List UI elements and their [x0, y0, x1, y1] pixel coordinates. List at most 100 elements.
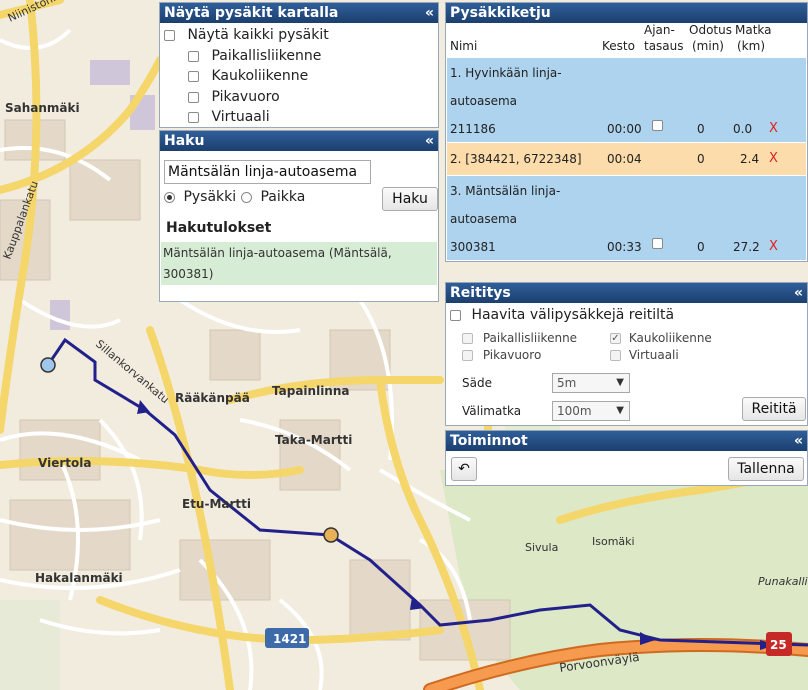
route-virtual-checkbox[interactable] [610, 350, 621, 361]
show-stops-collapse-icon[interactable]: « [425, 3, 434, 23]
actions-collapse-icon[interactable]: « [794, 431, 803, 451]
show-all-stops-label: Näytä kaikki pysäkit [187, 27, 329, 43]
stop-3-timing-checkbox[interactable] [652, 238, 663, 249]
stop-1-duration: 00:00 [607, 122, 642, 136]
radio-place-row[interactable]: Paikka [241, 189, 305, 205]
route-local-checkbox[interactable] [462, 333, 473, 344]
actions-panel: Toiminnot « ↶ Tallenna [445, 430, 808, 486]
map-label-tapainlinna: Tapainlinna [272, 384, 350, 398]
stop-3-code: 300381 [450, 240, 496, 254]
search-input[interactable] [164, 160, 371, 184]
col-header-duration: Kesto [602, 39, 635, 53]
routing-title: Reititys [450, 285, 511, 301]
stop-3-distance: 27.2 [733, 240, 760, 254]
hide-stops-checkbox[interactable] [450, 309, 461, 321]
radius-select-value: 5m [557, 376, 577, 390]
search-results-title: Hakutulokset [166, 220, 272, 236]
map-label-isomaki: Isomäki [592, 535, 635, 548]
routing-panel-header: Reititys « [446, 283, 807, 303]
stop-type-long-checkbox[interactable] [188, 70, 199, 82]
stop-2-name: 2. [384421, 6722348] [450, 152, 582, 166]
map-label-etu-martti: Etu-Martti [182, 497, 251, 511]
route-express-row[interactable]: Pikavuoro [462, 348, 541, 362]
stop-1-wait: 0 [697, 122, 705, 136]
undo-icon: ↶ [458, 461, 470, 477]
map-label-viertola: Viertola [38, 456, 91, 470]
stop-row-1[interactable]: 1. Hyvinkään linja- autoasema 211186 00:… [447, 58, 806, 142]
stop-type-local-checkbox[interactable] [188, 50, 199, 62]
stop-type-long-label: Kaukoliikenne [211, 68, 309, 84]
map-label-sivula: Sivula [525, 541, 558, 554]
stop-3-delete-button[interactable]: X [769, 239, 778, 254]
map-label-sahanmaki: Sahanmäki [5, 101, 80, 115]
stop-2-wait: 0 [697, 152, 705, 166]
actions-title: Toiminnot [450, 433, 528, 449]
col-header-dist-1: Matka [735, 23, 772, 37]
stop-1-name-line2: autoasema [450, 94, 518, 108]
show-stops-panel-header: Näytä pysäkit kartalla « [160, 3, 438, 23]
route-virtual-row[interactable]: Virtuaali [610, 348, 679, 362]
route-long-checkbox[interactable] [610, 333, 621, 344]
col-header-name: Nimi [450, 39, 478, 53]
radius-select[interactable]: 5m ▼ [552, 373, 630, 393]
show-stops-panel: Näytä pysäkit kartalla « Näytä kaikki py… [159, 2, 439, 128]
actions-panel-header: Toiminnot « [446, 431, 807, 451]
stop-2-duration: 00:04 [607, 152, 642, 166]
radio-stop-row[interactable]: Pysäkki [164, 189, 236, 205]
search-panel: Haku « Pysäkki Paikka Haku Hakutulokset … [159, 130, 439, 302]
search-title: Haku [164, 133, 205, 149]
col-header-wait-2: (min) [692, 39, 724, 53]
route-express-checkbox[interactable] [462, 350, 473, 361]
search-collapse-icon[interactable]: « [425, 131, 434, 151]
routing-collapse-icon[interactable]: « [794, 283, 803, 303]
radio-place-label: Paikka [260, 189, 306, 205]
search-result-item[interactable]: Mäntsälän linja-autoasema (Mäntsälä, 300… [161, 242, 437, 285]
map-label-hakalanmaki: Hakalanmäki [35, 571, 123, 585]
show-all-stops-checkbox[interactable] [164, 29, 175, 41]
route-button[interactable]: Reititä [742, 397, 806, 421]
radio-place[interactable] [241, 191, 252, 203]
map-label-punakallio: Punakallio [758, 575, 808, 588]
stop-1-timing-checkbox[interactable] [652, 120, 663, 131]
stop-type-express-label: Pikavuoro [211, 89, 280, 105]
stop-type-express-checkbox[interactable] [188, 91, 199, 103]
save-button[interactable]: Tallenna [728, 457, 804, 481]
show-stops-title: Näytä pysäkit kartalla [164, 5, 339, 21]
hide-stops-label: Haavita välipysäkkejä reitiltä [471, 307, 675, 323]
col-header-wait-1: Odotus [689, 23, 732, 37]
stop-1-delete-button[interactable]: X [769, 121, 778, 136]
radio-stop[interactable] [164, 191, 175, 203]
search-button[interactable]: Haku [382, 187, 438, 211]
hide-stops-row[interactable]: Haavita välipysäkkejä reitiltä [450, 307, 674, 323]
search-panel-header: Haku « [160, 131, 438, 151]
stop-type-virtual-checkbox[interactable] [188, 111, 199, 123]
stop-2-delete-button[interactable]: X [769, 151, 778, 166]
interval-label: Välimatka [462, 404, 522, 418]
stop-type-local-row[interactable]: Paikallisliikenne [188, 48, 321, 64]
show-all-stops-row[interactable]: Näytä kaikki pysäkit [164, 27, 329, 43]
stop-type-express-row[interactable]: Pikavuoro [188, 89, 280, 105]
col-header-dist-2: (km) [737, 39, 766, 53]
stop-1-code: 211186 [450, 122, 496, 136]
stop-type-long-row[interactable]: Kaukoliikenne [188, 68, 308, 84]
map-label-road-1421: 1421 [273, 632, 306, 646]
stop-3-name-line1: 3. Mäntsälän linja- [450, 184, 561, 198]
route-express-label: Pikavuoro [482, 348, 542, 362]
stop-row-3[interactable]: 3. Mäntsälän linja- autoasema 300381 00:… [447, 176, 806, 260]
interval-select[interactable]: 100m ▼ [552, 401, 630, 421]
routing-panel: Reititys « Haavita välipysäkkejä reitilt… [445, 282, 808, 426]
route-local-label: Paikallisliikenne [482, 331, 578, 345]
stop-type-virtual-row[interactable]: Virtuaali [188, 109, 270, 125]
stop-type-local-label: Paikallisliikenne [211, 48, 322, 64]
route-long-row[interactable]: Kaukoliikenne [610, 331, 712, 345]
route-local-row[interactable]: Paikallisliikenne [462, 331, 577, 345]
stop-2-distance: 2.4 [740, 152, 760, 166]
map-label-road-25: 25 [770, 638, 787, 652]
stop-type-virtual-label: Virtuaali [211, 109, 270, 125]
undo-button[interactable]: ↶ [451, 457, 477, 481]
interval-chevron-down-icon: ▼ [616, 405, 624, 416]
stop-3-wait: 0 [697, 240, 705, 254]
stop-row-2[interactable]: 2. [384421, 6722348] 00:04 0 2.4 X [447, 143, 806, 175]
interval-select-value: 100m [557, 404, 592, 418]
col-header-timing-1: Ajan- [644, 23, 675, 37]
